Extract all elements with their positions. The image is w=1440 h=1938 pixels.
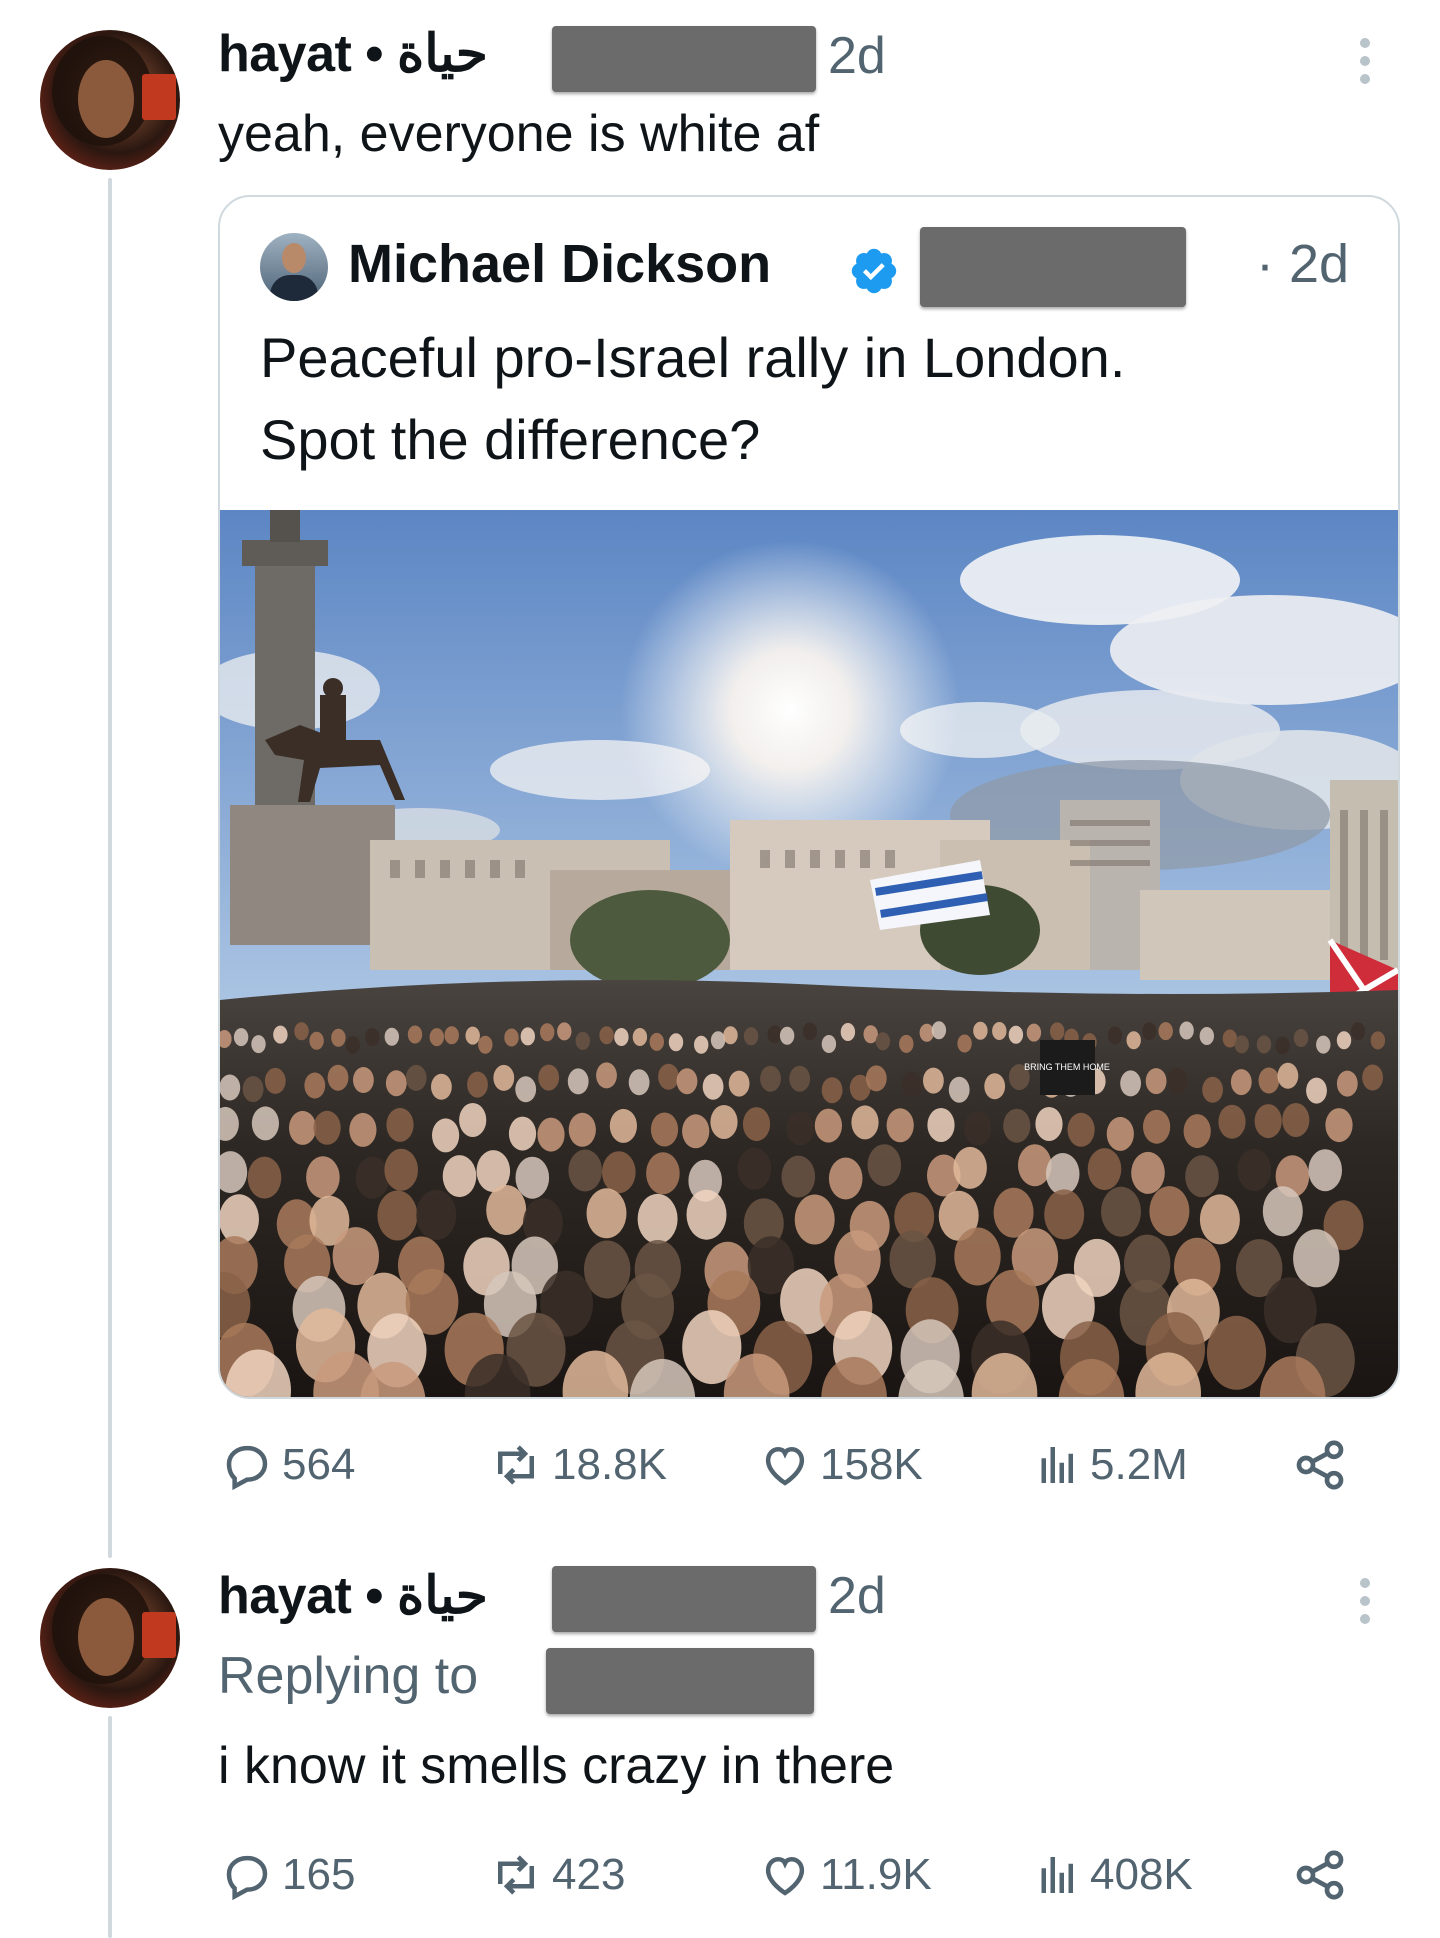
views-icon <box>1041 1447 1073 1483</box>
verified-icon <box>851 248 897 294</box>
action-bar: 564 18.8K 158K 5.2M <box>218 1430 1398 1500</box>
action-bar: 165 423 11.9K 408K <box>218 1840 1398 1910</box>
more-icon[interactable] <box>1358 38 1372 92</box>
like-button[interactable]: 11.9K <box>758 1840 932 1910</box>
reply-icon <box>226 1855 268 1901</box>
tweet-time[interactable]: 2d <box>828 1566 886 1626</box>
rally-photo-graphic: BRING THEM HOME <box>220 510 1398 1397</box>
tweet-text: yeah, everyone is white af <box>218 105 820 163</box>
quoted-author-name[interactable]: Michael Dickson <box>348 233 771 295</box>
replying-to-label: Replying to <box>218 1647 479 1705</box>
repost-button[interactable]: 18.8K <box>488 1430 667 1500</box>
repost-count: 18.8K <box>552 1440 667 1489</box>
redacted-mention[interactable] <box>546 1648 814 1714</box>
tweet-time[interactable]: 2d <box>828 26 886 86</box>
reply-count: 165 <box>282 1850 356 1899</box>
quoted-avatar[interactable] <box>260 233 328 301</box>
tweet-text: i know it smells crazy in there <box>218 1737 895 1795</box>
author-name[interactable]: hayat • حياة <box>218 1566 488 1626</box>
share-icon <box>1296 1850 1344 1900</box>
rally-photo[interactable]: BRING THEM HOME <box>220 510 1398 1397</box>
views-count: 408K <box>1090 1850 1193 1899</box>
repost-icon <box>498 1855 534 1895</box>
views-count: 5.2M <box>1090 1440 1188 1489</box>
like-icon <box>765 1446 805 1486</box>
repost-icon <box>498 1445 534 1485</box>
redacted-handle <box>920 227 1186 307</box>
like-button[interactable]: 158K <box>758 1430 923 1500</box>
reply-icon <box>226 1445 268 1491</box>
like-count: 158K <box>820 1440 923 1489</box>
like-icon <box>765 1856 805 1896</box>
repost-count: 423 <box>552 1850 626 1899</box>
protest-sign-text: BRING THEM HOME <box>1024 1062 1110 1072</box>
share-button[interactable] <box>1292 1840 1356 1910</box>
avatar[interactable] <box>40 1568 180 1708</box>
share-icon <box>1296 1440 1344 1490</box>
avatar[interactable] <box>40 30 180 170</box>
views-button[interactable]: 5.2M <box>1028 1430 1188 1500</box>
thread-line <box>108 1716 112 1938</box>
share-button[interactable] <box>1292 1430 1356 1500</box>
views-button[interactable]: 408K <box>1028 1840 1193 1910</box>
quoted-time[interactable]: · 2d <box>1256 233 1349 295</box>
reply-button[interactable]: 564 <box>220 1430 355 1500</box>
quoted-tweet[interactable]: Michael Dickson · 2d Peaceful pro-Israel… <box>218 195 1400 1399</box>
reply-button[interactable]: 165 <box>220 1840 355 1910</box>
repost-button[interactable]: 423 <box>488 1840 625 1910</box>
thread-line <box>108 178 112 1558</box>
quoted-text-line-1: Peaceful pro-Israel rally in London. <box>260 326 1126 389</box>
redacted-handle <box>552 26 816 92</box>
quoted-text-line-2: Spot the difference? <box>260 408 761 471</box>
more-icon[interactable] <box>1358 1578 1372 1632</box>
views-icon <box>1041 1857 1073 1893</box>
author-name[interactable]: hayat • حياة <box>218 24 488 84</box>
like-count: 11.9K <box>820 1850 932 1899</box>
redacted-handle <box>552 1566 816 1632</box>
reply-count: 564 <box>282 1440 356 1489</box>
